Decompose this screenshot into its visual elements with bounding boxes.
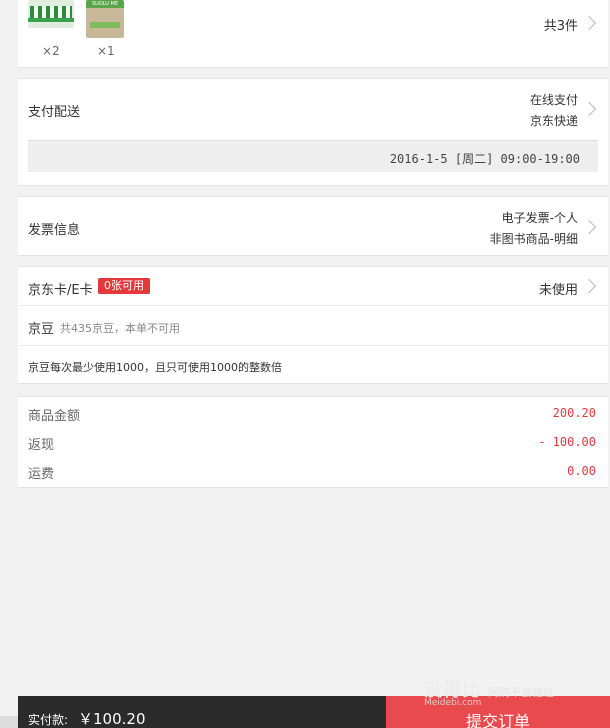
divider <box>18 305 608 306</box>
jd-card-row[interactable]: 京东卡/E卡 0张可用 未使用 <box>18 267 608 305</box>
order-page: SUOLU ME ×2 ×1 共3件 支付配送 在线支付 京东快递 2016-1… <box>18 0 610 728</box>
checkout-bar: 实付款: ￥100.20 提交订单 <box>18 696 610 728</box>
product-qty: ×2 <box>42 44 60 58</box>
shipping-method: 京东快递 <box>529 114 578 128</box>
chevron-right-icon <box>581 219 597 235</box>
chevron-right-icon <box>581 101 597 117</box>
jd-card-section: 京东卡/E卡 0张可用 未使用 京豆 共435京豆，本单不可用 京豆每次最少使用… <box>18 266 608 384</box>
delivery-time-text: 2016-1-5 [周二] 09:00-19:00 <box>389 152 580 166</box>
jd-card-status: 未使用 <box>538 283 578 298</box>
divider <box>18 345 608 346</box>
goods-amount-label: 商品金额 <box>28 409 81 424</box>
chevron-right-icon <box>581 15 597 31</box>
item-count: 共3件 <box>543 19 578 34</box>
product-summary[interactable]: SUOLU ME ×2 ×1 共3件 <box>18 0 608 68</box>
rebate-label: 返现 <box>28 438 55 453</box>
product-thumbnail-icon: SUOLU ME <box>86 0 124 38</box>
rebate-value: - 100.00 <box>538 435 596 449</box>
invoice-type: 电子发票-个人 <box>501 211 578 225</box>
delivery-time[interactable]: 2016-1-5 [周二] 09:00-19:00 <box>28 140 598 172</box>
edge-strip <box>0 716 18 728</box>
payment-method: 在线支付 <box>529 93 578 107</box>
shipping-fee-label: 运费 <box>28 467 55 482</box>
submit-label: 提交订单 <box>465 712 530 728</box>
jd-card-label: 京东卡/E卡 <box>28 283 93 298</box>
pay-label: 实付款: <box>28 713 69 727</box>
chevron-right-icon <box>581 278 597 294</box>
beans-note: 共435京豆，本单不可用 <box>60 322 180 335</box>
invoice-section[interactable]: 发票信息 电子发票-个人 非图书商品-明细 <box>18 196 608 256</box>
payment-delivery-section[interactable]: 支付配送 在线支付 京东快递 2016-1-5 [周二] 09:00-19:00 <box>18 78 608 186</box>
available-badge: 0张可用 <box>98 278 150 294</box>
invoice-content: 非图书商品-明细 <box>489 232 578 246</box>
pay-amount: ￥100.20 <box>78 710 146 728</box>
section-label: 发票信息 <box>28 223 81 238</box>
payment-total: 实付款: ￥100.20 <box>18 696 386 728</box>
section-label: 支付配送 <box>28 105 81 120</box>
shipping-fee-value: 0.00 <box>567 464 596 478</box>
submit-order-button[interactable]: 提交订单 <box>386 696 610 728</box>
product-qty: ×1 <box>97 44 115 58</box>
product-thumbnail-icon <box>28 0 74 28</box>
amount-summary: 商品金额 200.20 返现 - 100.00 运费 0.00 <box>18 396 608 488</box>
goods-amount-value: 200.20 <box>552 406 596 420</box>
beans-rule: 京豆每次最少使用1000，且只可使用1000的整数倍 <box>28 361 282 374</box>
package-text: SUOLU ME <box>91 1 119 7</box>
beans-label: 京豆 <box>28 322 55 337</box>
